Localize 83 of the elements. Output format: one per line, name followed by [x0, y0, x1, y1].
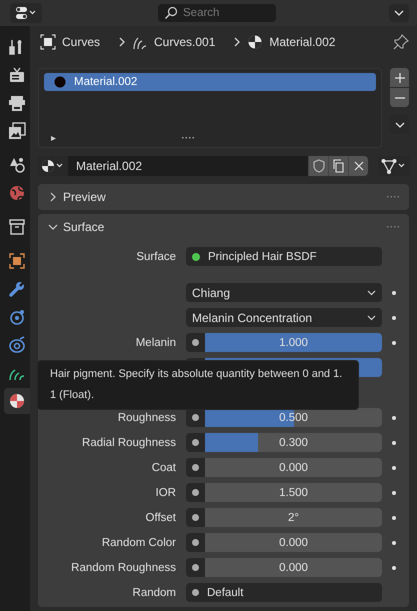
field-label: Random Roughness — [70, 562, 177, 574]
chevron-icon — [48, 192, 58, 202]
caret-icon — [394, 122, 404, 128]
field-label: Random Color — [100, 536, 177, 548]
dropdown[interactable]: Chiang — [186, 283, 382, 302]
caret-icon — [367, 290, 376, 296]
breadcrumb-item[interactable]: Material.002 — [269, 35, 336, 49]
keyframe-dot-icon[interactable] — [392, 290, 396, 294]
plus-icon — [394, 72, 404, 82]
resize-grip-icon[interactable] — [182, 136, 194, 140]
remove-slot-button[interactable] — [390, 88, 409, 107]
modifier-icon — [8, 280, 26, 298]
caret-icon — [367, 314, 376, 320]
collection-icon — [8, 218, 26, 236]
chevron-icon — [48, 222, 58, 232]
material-sphere-icon — [54, 76, 66, 88]
drag-handle-icon[interactable] — [387, 195, 399, 199]
tooltip-text: Hair pigment. Specify its absolute quantity between 0 and 1. — [50, 367, 342, 382]
keyframe-dot-icon[interactable] — [392, 540, 396, 544]
value-slider[interactable]: 0.000 — [205, 533, 382, 552]
chevron-icon — [118, 37, 126, 47]
fake-user-button[interactable] — [308, 156, 328, 176]
dropdown[interactable]: Melanin Concentration — [186, 308, 382, 327]
keyframe-dot-icon[interactable] — [392, 516, 396, 520]
shield-icon — [312, 159, 326, 173]
search-icon — [164, 6, 178, 20]
particles-icon — [8, 308, 26, 326]
chevron-icon — [233, 37, 242, 47]
close-icon — [352, 160, 364, 172]
keyframe-dot-icon[interactable] — [392, 566, 396, 570]
value-slider[interactable]: 2° — [205, 508, 382, 527]
object-icon — [8, 252, 26, 270]
keyframe-dot-icon[interactable] — [392, 440, 396, 444]
field-label: Coat — [150, 462, 177, 474]
field-label: Surface — [135, 250, 177, 262]
view-layer-icon — [8, 122, 26, 140]
close-button[interactable] — [348, 156, 368, 176]
world-icon — [8, 184, 26, 202]
duplicate-button[interactable] — [328, 156, 348, 176]
material-sphere-icon — [41, 159, 65, 173]
keyframe-dot-icon[interactable] — [392, 466, 396, 470]
material-sphere-icon — [247, 34, 264, 50]
value-slider[interactable]: 0.300 — [205, 433, 382, 452]
options-dropdown-button[interactable] — [389, 4, 409, 22]
keyframe-dot-icon[interactable] — [392, 416, 396, 420]
field-label: Melanin — [134, 336, 177, 348]
editor-type-icon — [15, 6, 37, 20]
shader-field[interactable]: Principled Hair BSDF — [186, 247, 382, 266]
tooltip-text: 1 (Float). — [50, 388, 94, 403]
field-label: IOR — [154, 486, 177, 498]
output-icon — [8, 94, 26, 112]
editor-type-button[interactable] — [10, 3, 42, 23]
expand-triangle-icon[interactable] — [50, 134, 57, 142]
object-icon — [40, 34, 56, 50]
value-field[interactable]: Default — [186, 583, 382, 602]
material-slot[interactable]: Material.002 — [44, 73, 376, 91]
breadcrumb-item[interactable]: Curves — [62, 35, 100, 49]
keyframe-dot-icon[interactable] — [392, 490, 396, 494]
pin-icon[interactable] — [393, 34, 409, 50]
field-label: Radial Roughness — [81, 436, 177, 448]
render-icon — [8, 66, 26, 84]
field-label: Offset — [144, 512, 177, 524]
panel-header[interactable]: Preview — [48, 190, 106, 204]
search-field[interactable]: Search — [158, 4, 276, 22]
add-slot-button[interactable] — [390, 68, 409, 87]
scene-icon — [8, 156, 26, 174]
copy-icon — [332, 159, 346, 173]
physics-icon — [8, 336, 26, 354]
caret-icon — [394, 10, 404, 16]
value-slider[interactable]: 0.000 — [205, 558, 382, 577]
keyframe-dot-icon[interactable] — [392, 340, 396, 344]
material-icon — [8, 392, 26, 410]
field-label: Random — [132, 586, 177, 598]
value-slider[interactable]: 1.000 — [205, 333, 382, 352]
panel-header[interactable]: Surface — [48, 220, 104, 234]
node-tree-icon — [381, 158, 407, 174]
breadcrumb-item[interactable]: Curves.001 — [154, 35, 216, 49]
material-tab[interactable] — [4, 388, 30, 414]
value-slider[interactable]: 0.000 — [205, 458, 382, 477]
field-label: Roughness — [116, 412, 177, 424]
keyframe-dot-icon[interactable] — [392, 316, 396, 320]
drag-handle-icon[interactable] — [387, 225, 399, 229]
value-slider[interactable]: 1.500 — [205, 483, 382, 502]
